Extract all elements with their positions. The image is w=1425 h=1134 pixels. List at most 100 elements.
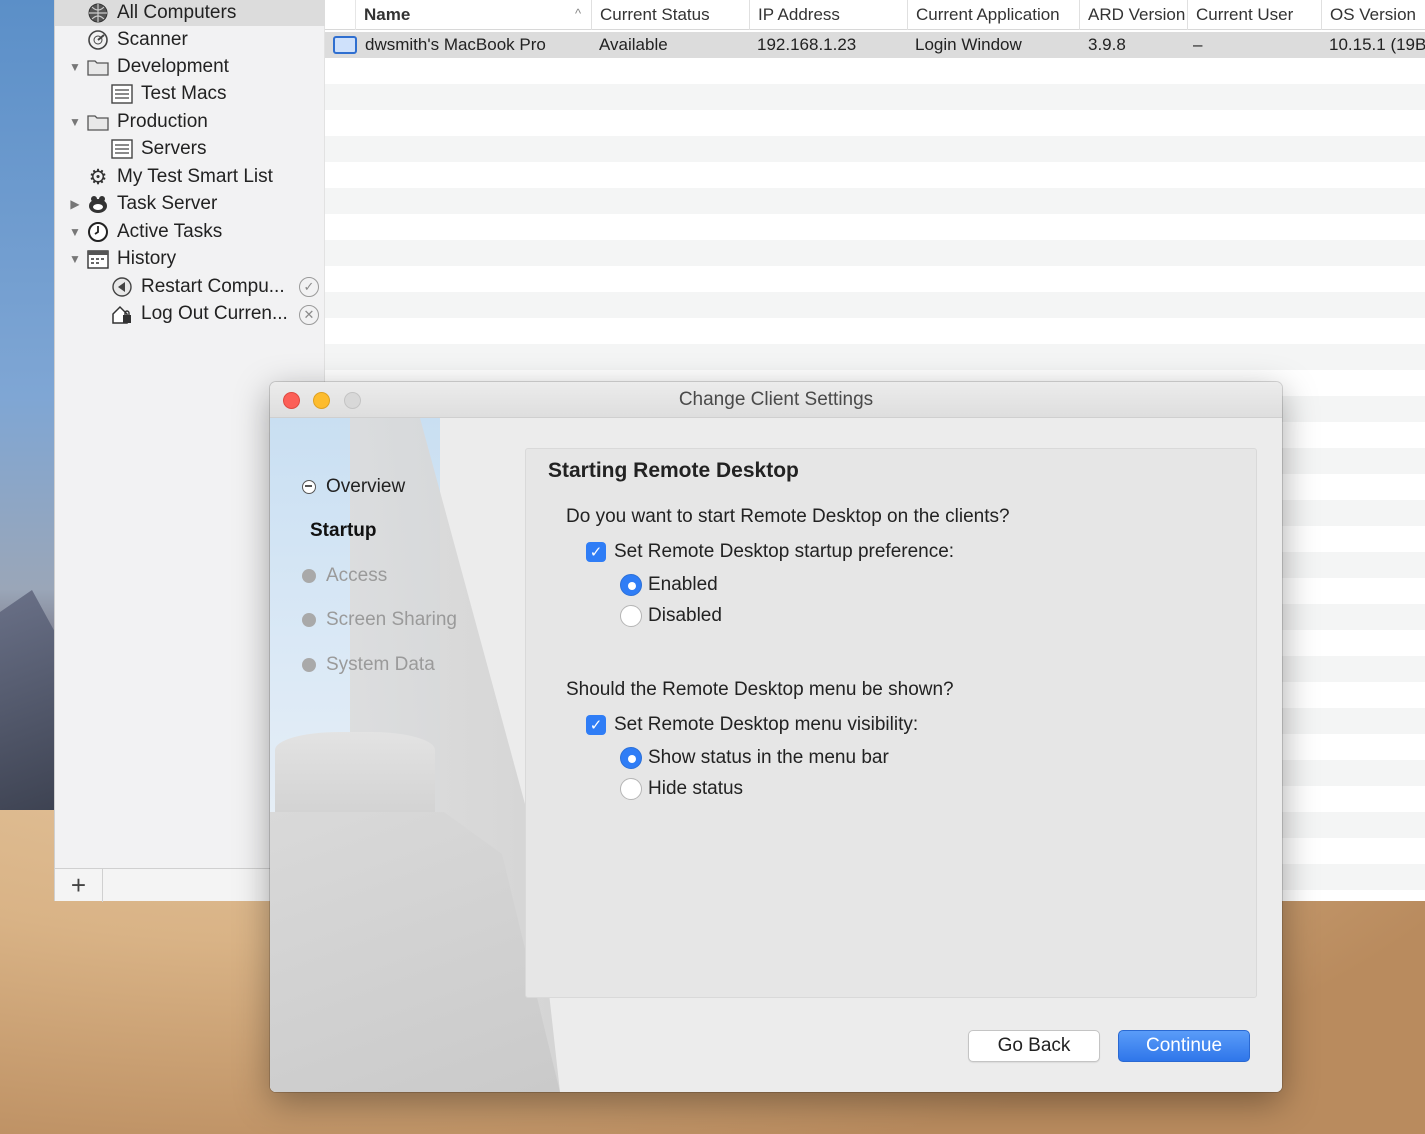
column-header-os-version[interactable]: OS Version <box>1321 0 1425 30</box>
sidebar-item-all-computers[interactable]: All Computers <box>55 0 325 26</box>
sidebar-item-label: Development <box>117 56 229 77</box>
clock-icon <box>87 221 109 243</box>
cell-current-user: – <box>1193 35 1203 54</box>
step-label: Access <box>326 565 388 586</box>
calendar-icon <box>87 248 109 270</box>
disclosure-triangle-active-tasks[interactable]: ▼ <box>68 225 82 239</box>
sidebar-item-task-server[interactable]: Task Server <box>87 191 217 217</box>
settings-content-panel: Starting Remote Desktop Do you want to s… <box>525 448 1257 998</box>
cell-current-application: Login Window <box>915 35 1022 54</box>
sidebar-item-log-out-current-user[interactable]: Log Out Curren... <box>111 301 288 327</box>
logout-icon <box>111 303 133 325</box>
sidebar-item-scanner[interactable]: Scanner <box>87 27 188 53</box>
scanner-icon <box>87 29 109 51</box>
step-system-data: System Data <box>302 654 435 676</box>
sidebar-item-production[interactable]: Production <box>87 109 208 135</box>
cell-ard-version: 3.9.8 <box>1088 35 1126 54</box>
radio-selected-icon <box>620 747 642 769</box>
step-pending-icon <box>302 658 316 672</box>
radio-label: Hide status <box>648 778 744 799</box>
list-icon <box>111 83 133 105</box>
continue-button[interactable]: Continue <box>1118 1030 1250 1062</box>
disclosure-triangle-task-server[interactable]: ▶ <box>68 197 82 211</box>
disclosure-triangle-production[interactable]: ▼ <box>68 115 82 129</box>
sidebar-item-my-test-smart-list[interactable]: ⚙ My Test Smart List <box>87 164 273 190</box>
step-screen-sharing: Screen Sharing <box>302 609 457 631</box>
step-overview: Overview <box>302 476 405 498</box>
radio-selected-icon <box>620 574 642 596</box>
empty-table-row <box>325 188 1425 214</box>
sidebar-item-active-tasks[interactable]: Active Tasks <box>87 219 222 245</box>
restart-icon <box>111 276 133 298</box>
sidebar-item-restart-computer[interactable]: Restart Compu... <box>111 274 285 300</box>
empty-table-row <box>325 110 1425 136</box>
step-pending-icon <box>302 569 316 583</box>
disclosure-triangle-history[interactable]: ▼ <box>68 252 82 266</box>
table-row[interactable]: dwsmith's MacBook Pro Available 192.168.… <box>325 32 1425 58</box>
menu-question: Should the Remote Desktop menu be shown? <box>566 679 954 700</box>
empty-table-row <box>325 266 1425 292</box>
column-header-current-user[interactable]: Current User <box>1187 0 1321 30</box>
radio-label: Disabled <box>648 605 722 626</box>
sidebar-item-label: History <box>117 248 177 269</box>
sidebar-item-label: Servers <box>141 138 207 159</box>
sort-ascending-icon: ^ <box>575 6 582 21</box>
column-header-label: OS Version <box>1330 5 1416 24</box>
step-label: Screen Sharing <box>326 609 457 630</box>
empty-table-row <box>325 344 1425 370</box>
startup-preference-checkbox[interactable]: ✓ Set Remote Desktop startup preference: <box>586 541 954 563</box>
empty-table-row <box>325 318 1425 344</box>
dialog-titlebar: Change Client Settings <box>270 382 1282 418</box>
sidebar-item-label: Task Server <box>117 193 218 214</box>
radio-unselected-icon <box>620 605 642 627</box>
empty-table-row <box>325 58 1425 84</box>
disclosure-triangle-development[interactable]: ▼ <box>68 60 82 74</box>
go-back-button[interactable]: Go Back <box>968 1030 1100 1062</box>
sidebar-item-label: All Computers <box>117 2 237 23</box>
radio-unselected-icon <box>620 778 642 800</box>
add-list-button[interactable]: + <box>55 869 103 902</box>
sidebar-item-test-macs[interactable]: Test Macs <box>111 81 227 107</box>
sidebar-item-history[interactable]: History <box>87 246 176 272</box>
column-header-ip-address[interactable]: IP Address <box>749 0 907 30</box>
sidebar-item-label: Restart Compu... <box>141 276 285 297</box>
step-access: Access <box>302 565 387 587</box>
column-header-label: ARD Version <box>1088 5 1186 24</box>
radio-show-status[interactable]: Show status in the menu bar <box>620 747 889 769</box>
computer-monitor-icon <box>333 36 357 54</box>
dialog-title: Change Client Settings <box>678 389 874 410</box>
sidebar-item-label: Log Out Curren... <box>141 303 288 324</box>
startup-question: Do you want to start Remote Desktop on t… <box>566 506 1010 527</box>
column-header-current-status[interactable]: Current Status <box>591 0 749 30</box>
column-header-label: Name <box>364 5 411 24</box>
gear-icon: ⚙ <box>88 165 108 189</box>
globe-network-icon <box>87 2 109 24</box>
column-header-label: Current Status <box>600 5 710 24</box>
table-header: Name ^ Current Status IP Address Current… <box>325 0 1425 30</box>
empty-table-row <box>325 162 1425 188</box>
radio-enabled[interactable]: Enabled <box>620 574 718 596</box>
sidebar-item-development[interactable]: Development <box>87 54 229 80</box>
step-complete-icon <box>302 480 316 494</box>
step-label: Overview <box>326 476 406 497</box>
column-header-label: IP Address <box>758 5 840 24</box>
sidebar-item-servers[interactable]: Servers <box>111 136 206 162</box>
list-icon <box>111 138 133 160</box>
column-header-name[interactable]: Name <box>355 0 591 30</box>
column-header-ard-version[interactable]: ARD Version <box>1079 0 1187 30</box>
cell-status: Available <box>599 35 668 54</box>
radio-hide-status[interactable]: Hide status <box>620 778 743 800</box>
folder-icon <box>87 111 109 133</box>
menu-visibility-checkbox[interactable]: ✓ Set Remote Desktop menu visibility: <box>586 714 918 736</box>
step-pending-icon <box>302 613 316 627</box>
cell-name: dwsmith's MacBook Pro <box>365 35 546 54</box>
column-header-current-application[interactable]: Current Application <box>907 0 1079 30</box>
sidebar-item-label: Active Tasks <box>117 221 223 242</box>
empty-table-row <box>325 84 1425 110</box>
step-startup: Startup <box>310 520 377 542</box>
panel-title: Starting Remote Desktop <box>548 459 799 482</box>
empty-table-row <box>325 240 1425 266</box>
empty-table-row <box>325 136 1425 162</box>
sidebar-item-label: Test Macs <box>141 83 227 104</box>
radio-disabled[interactable]: Disabled <box>620 605 722 627</box>
